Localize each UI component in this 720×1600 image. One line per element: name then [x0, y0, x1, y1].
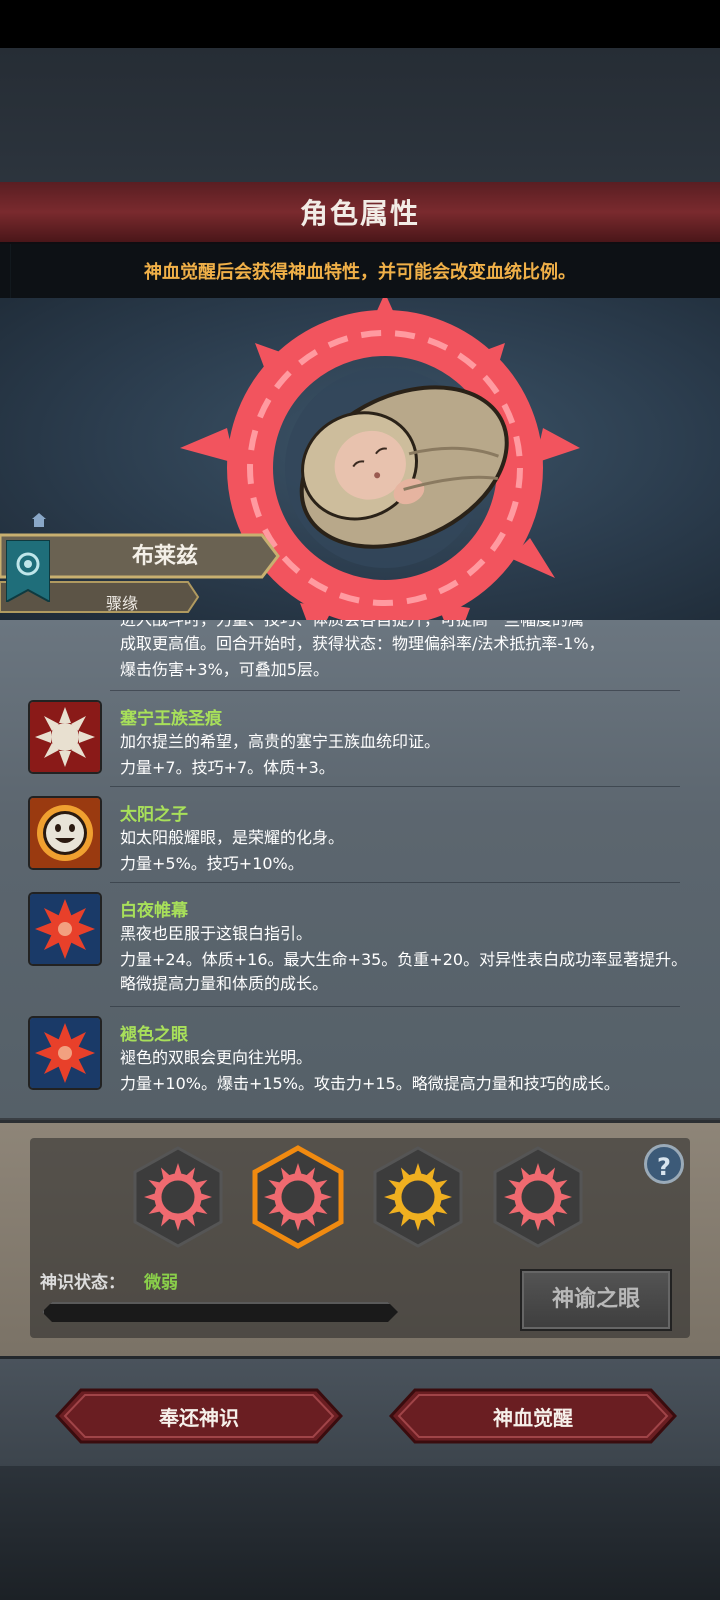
- character-name: 布莱兹: [131, 544, 198, 569]
- trait-desc-partial: 爆击伤害+3%，可叠加5层。: [120, 660, 329, 679]
- divider: [110, 690, 680, 691]
- trait-description: 褪色的双眼会更向往光明。: [120, 1048, 313, 1067]
- trait-name: 褪色之眼: [120, 1025, 188, 1045]
- divine-sigil-slot-selected[interactable]: [251, 1145, 345, 1249]
- divine-status-value: 微弱: [144, 1273, 178, 1293]
- divine-sigil-slot[interactable]: [371, 1145, 465, 1249]
- divine-sigil-slot[interactable]: [491, 1145, 585, 1249]
- blood-awaken-label: 神血觉醒: [493, 1406, 573, 1430]
- trait-effect: 力量+7。技巧+7。体质+3。: [120, 758, 335, 777]
- smiling-sun-icon[interactable]: [30, 798, 100, 868]
- trait-effect: 力量+24。体质+16。最大生命+35。负重+20。对异性表白成功率显著提升。略…: [120, 950, 688, 993]
- title-banner: 角色属性: [0, 182, 720, 244]
- divider: [110, 1006, 680, 1007]
- help-button[interactable]: ?: [644, 1144, 684, 1184]
- return-divine-label: 奉还神识: [159, 1406, 239, 1430]
- notice-text: 神血觉醒后会获得神血特性，并可能会改变血统比例。: [144, 262, 576, 283]
- divine-sigil-slot[interactable]: [131, 1145, 225, 1249]
- trait-name: 塞宁王族圣痕: [120, 709, 222, 729]
- status-bar: [0, 0, 720, 48]
- faction-banner-icon: [6, 540, 50, 602]
- trait-effect: 力量+10%。爆击+15%。攻击力+15。略微提高力量和技巧的成长。: [120, 1074, 620, 1093]
- trait-description: 黑夜也臣服于这银白指引。: [120, 924, 313, 943]
- trait-desc-partial: 进入战斗时，力量、技巧、体质会各自提升，可提高一些幅度的属: [120, 620, 692, 632]
- upper-background: [0, 48, 720, 182]
- holy-sun-icon[interactable]: [30, 702, 100, 772]
- trait-name: 白夜帷幕: [120, 901, 188, 921]
- divider: [110, 786, 680, 787]
- character-relation: 骤缘: [105, 594, 138, 613]
- bottom-background: [0, 1466, 720, 1600]
- trait-list[interactable]: 进入战斗时，力量、技巧、体质会各自提升，可提高一些幅度的属 成取更高值。回合开始…: [0, 620, 720, 1118]
- notice-bar: 神血觉醒后会获得神血特性，并可能会改变血统比例。: [0, 242, 720, 298]
- trait-effect: 力量+5%。技巧+10%。: [120, 854, 304, 873]
- page-title: 角色属性: [299, 197, 420, 230]
- oracle-eye-button[interactable]: 神谕之眼: [520, 1269, 672, 1331]
- trait-name: 太阳之子: [120, 805, 188, 825]
- trait-description: 如太阳般耀眼，是荣耀的化身。: [120, 828, 345, 847]
- red-sun-icon[interactable]: [30, 894, 100, 964]
- red-sun-icon[interactable]: [30, 1018, 100, 1088]
- trait-desc-partial: 成取更高值。回合开始时，获得状态：物理偏斜率/法术抵抗率-1%，: [120, 634, 605, 653]
- home-icon: [32, 513, 46, 527]
- trait-description: 加尔提兰的希望，高贵的塞宁王族血统印证。: [120, 732, 441, 751]
- divine-status-label: 神识状态：: [40, 1273, 125, 1293]
- divider: [110, 882, 680, 883]
